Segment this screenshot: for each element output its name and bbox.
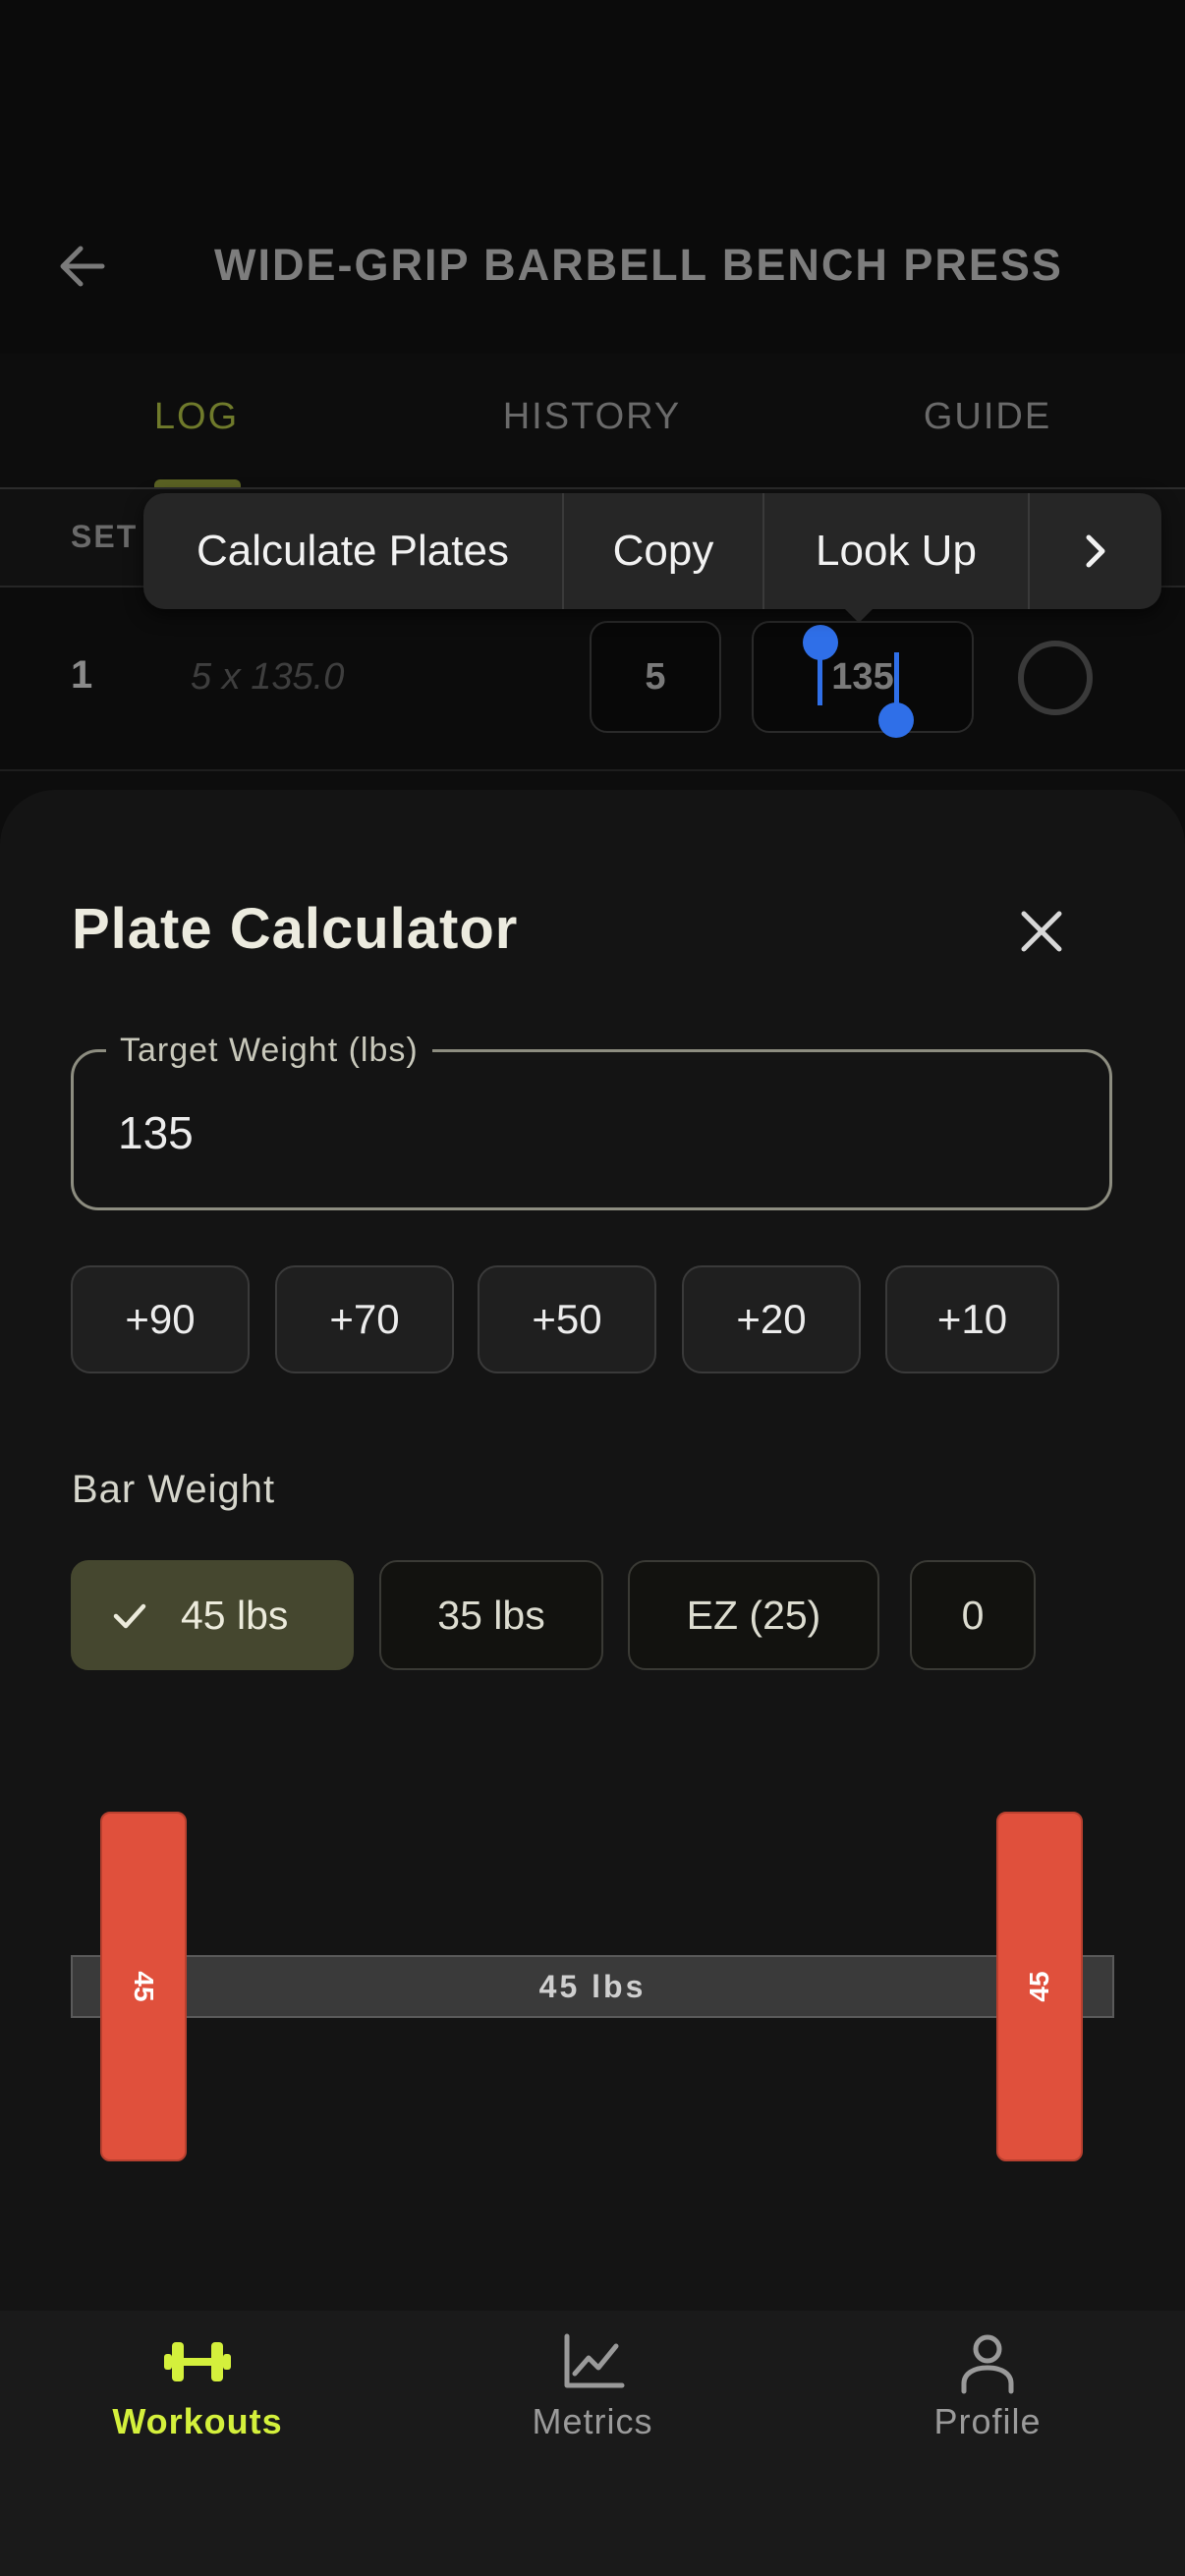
close-button[interactable] [1012, 902, 1071, 961]
context-menu-pointer [837, 601, 880, 623]
target-weight-field[interactable] [71, 1049, 1112, 1210]
person-icon [961, 2334, 1014, 2394]
target-weight-value[interactable]: 135 [118, 1106, 194, 1159]
set-number: 1 [71, 653, 93, 697]
target-weight-label: Target Weight (lbs) [106, 1032, 432, 1070]
bar-option-none[interactable]: 0 [910, 1560, 1036, 1670]
back-button[interactable] [51, 234, 116, 299]
nav-label-metrics: Metrics [532, 2401, 653, 2441]
plate-right-label: 45 [1024, 1971, 1054, 2002]
set-complete-toggle[interactable] [1018, 641, 1093, 715]
bar-weight-label: Bar Weight [72, 1468, 276, 1511]
app-header [0, 0, 1185, 354]
tab-log[interactable]: LOG [118, 389, 275, 444]
plate-left-label: 45 [129, 1971, 159, 2002]
bar-option-45[interactable]: 45 lbs [71, 1560, 354, 1670]
tab-guide[interactable]: GUIDE [884, 389, 1091, 444]
barbell: 45 lbs [71, 1955, 1114, 2018]
nav-label-profile: Profile [933, 2401, 1042, 2441]
nav-item-profile[interactable]: Profile [860, 2332, 1115, 2480]
weight-input[interactable]: 135 [752, 621, 974, 733]
selection-end-handle[interactable] [878, 702, 914, 738]
column-set-label: SET [71, 519, 139, 554]
increment-button-70[interactable]: +70 [275, 1265, 454, 1373]
plate-right: 45 [996, 1812, 1083, 2161]
exercise-title: WIDE-GRIP BARBELL BENCH PRESS [214, 240, 1063, 290]
check-icon [113, 1603, 146, 1629]
reps-input[interactable]: 5 [590, 621, 721, 733]
chart-icon [564, 2333, 625, 2388]
increment-button-90[interactable]: +90 [71, 1265, 250, 1373]
bar-option-35[interactable]: 35 lbs [379, 1560, 603, 1670]
bar-option-ez[interactable]: EZ (25) [628, 1560, 879, 1670]
increment-button-20[interactable]: +20 [682, 1265, 861, 1373]
plate-left: 45 [100, 1812, 187, 2161]
menu-item-calculate-plates[interactable]: Calculate Plates [143, 493, 564, 609]
chevron-right-icon [1086, 534, 1105, 568]
menu-more-button[interactable] [1030, 493, 1161, 609]
menu-item-copy[interactable]: Copy [564, 493, 764, 609]
arrow-left-icon [60, 246, 105, 287]
nav-item-workouts[interactable]: Workouts [70, 2332, 325, 2480]
menu-item-look-up[interactable]: Look Up [764, 493, 1030, 609]
text-context-menu: Calculate Plates Copy Look Up [143, 493, 1161, 609]
bar-option-label: 45 lbs [181, 1593, 289, 1638]
increment-button-10[interactable]: +10 [885, 1265, 1059, 1373]
nav-item-metrics[interactable]: Metrics [465, 2332, 720, 2480]
close-icon [1021, 911, 1062, 952]
tab-history[interactable]: HISTORY [462, 389, 722, 444]
sheet-title: Plate Calculator [72, 897, 519, 961]
nav-label-workouts: Workouts [112, 2401, 283, 2441]
selection-end-bar [894, 652, 899, 709]
selection-start-handle[interactable] [803, 625, 838, 660]
dumbbell-icon [164, 2342, 231, 2381]
previous-performance: 5 x 135.0 [191, 656, 345, 698]
increment-button-50[interactable]: +50 [478, 1265, 656, 1373]
